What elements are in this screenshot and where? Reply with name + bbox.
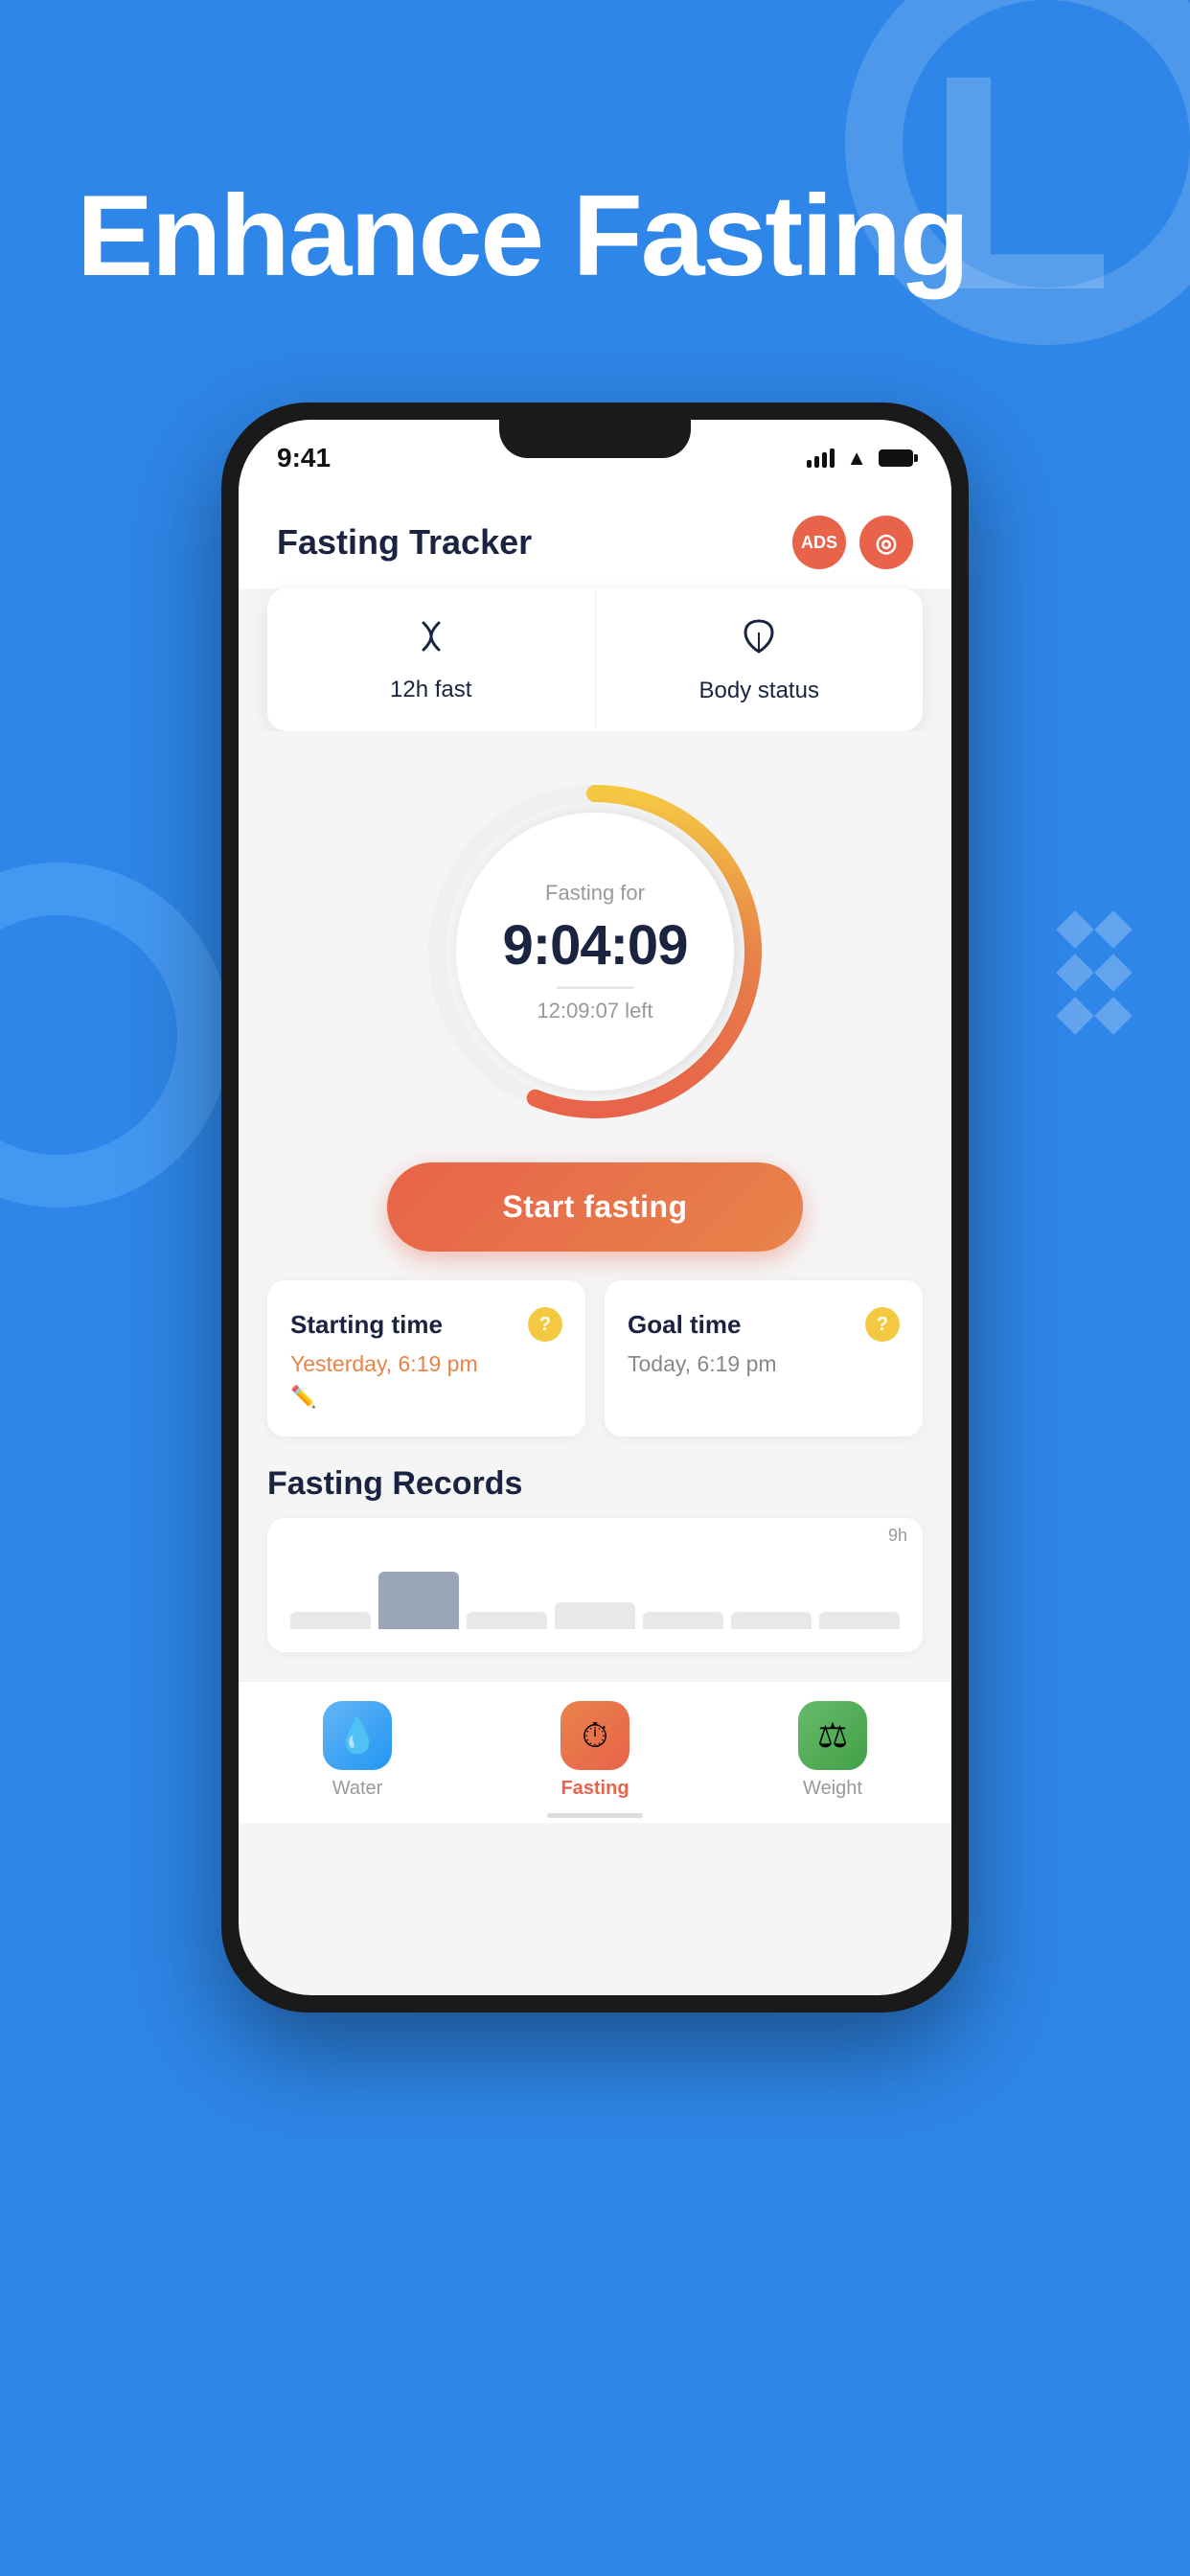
timer-display: Fasting for 9:04:09 12:09:07 left <box>461 881 729 1024</box>
starting-time-value: Yesterday, 6:19 pm <box>290 1351 562 1377</box>
chart-bar <box>643 1612 723 1629</box>
app-title: Fasting Tracker <box>277 522 532 563</box>
timer-label: Fasting for <box>461 881 729 906</box>
phone-screen: 9:41 ▲ Fasting Tracker ADS ◎ <box>239 420 951 1995</box>
timer-circle: Fasting for 9:04:09 12:09:07 left <box>413 770 777 1134</box>
goal-time-header: Goal time ? <box>628 1307 900 1342</box>
water-icon: 💧 <box>323 1701 392 1770</box>
main-content: Fasting for 9:04:09 12:09:07 left Start … <box>239 731 951 1681</box>
tab-12h-fast[interactable]: 12h fast <box>267 588 596 731</box>
starting-time-header: Starting time ? <box>290 1307 562 1342</box>
timer-left: 12:09:07 left <box>461 998 729 1023</box>
goal-time-card: Goal time ? Today, 6:19 pm <box>605 1280 923 1437</box>
timer-container: Fasting for 9:04:09 12:09:07 left <box>413 770 777 1134</box>
chart-bar <box>731 1612 812 1629</box>
status-icons: ▲ <box>807 446 913 471</box>
bg-circle-left-decoration <box>0 862 230 1208</box>
chart-bar <box>290 1612 371 1629</box>
nav-fasting-label: Fasting <box>561 1778 629 1800</box>
start-button-label: Start fasting <box>502 1189 687 1224</box>
nav-water-label: Water <box>332 1778 383 1800</box>
status-bar: 9:41 ▲ <box>239 420 951 496</box>
header-icons: ADS ◎ <box>792 516 913 569</box>
bottom-nav: 💧 Water ⏱ Fasting ⚖ Weight <box>239 1681 951 1815</box>
goal-time-help[interactable]: ? <box>865 1307 900 1342</box>
fasting-records-section: Fasting Records 9h <box>267 1465 923 1652</box>
settings-icon: ◎ <box>876 528 898 558</box>
nav-fasting[interactable]: ⏱ Fasting <box>561 1701 629 1800</box>
time-cards: Starting time ? Yesterday, 6:19 pm ✏️ Go… <box>267 1280 923 1437</box>
ads-button[interactable]: ADS <box>792 516 846 569</box>
records-chart: 9h <box>267 1518 923 1652</box>
bg-diamond-decoration <box>1056 910 1133 1040</box>
status-time: 9:41 <box>277 443 331 473</box>
settings-button[interactable]: ◎ <box>859 516 913 569</box>
page-dot <box>547 1813 643 1818</box>
fasting-icon: ⏱ <box>561 1701 629 1770</box>
tab-fast-label: 12h fast <box>390 677 471 703</box>
tab-body-status-label: Body status <box>699 678 819 704</box>
chart-bar <box>819 1612 900 1629</box>
nav-weight[interactable]: ⚖ Weight <box>798 1701 867 1800</box>
wifi-icon: ▲ <box>846 446 867 471</box>
starting-time-card: Starting time ? Yesterday, 6:19 pm ✏️ <box>267 1280 585 1437</box>
chart-max-label: 9h <box>888 1526 907 1546</box>
page-indicator <box>239 1815 951 1823</box>
nav-water[interactable]: 💧 Water <box>323 1701 392 1800</box>
starting-time-title: Starting time <box>290 1310 443 1340</box>
weight-icon: ⚖ <box>798 1701 867 1770</box>
timer-time: 9:04:09 <box>461 913 729 978</box>
records-title: Fasting Records <box>267 1465 923 1503</box>
quick-tabs: 12h fast Body status <box>267 588 923 731</box>
timer-separator <box>557 987 633 989</box>
starting-time-help[interactable]: ? <box>528 1307 562 1342</box>
app-header: Fasting Tracker ADS ◎ <box>239 496 951 588</box>
chart-bar <box>467 1612 547 1629</box>
notch <box>499 420 691 458</box>
main-heading: Enhance Fasting <box>77 172 968 299</box>
edit-starting-time-icon[interactable]: ✏️ <box>290 1385 562 1410</box>
fast-icon <box>410 615 452 667</box>
start-fasting-button[interactable]: Start fasting <box>387 1162 802 1252</box>
heading-text: Enhance Fasting <box>77 172 968 300</box>
tab-body-status[interactable]: Body status <box>596 588 924 731</box>
chart-bar <box>378 1572 459 1629</box>
chart-bar <box>555 1602 635 1629</box>
phone-frame: 9:41 ▲ Fasting Tracker ADS ◎ <box>221 402 969 2012</box>
nav-weight-label: Weight <box>803 1778 862 1800</box>
body-status-icon <box>738 615 780 668</box>
goal-time-title: Goal time <box>628 1310 741 1340</box>
signal-icon <box>807 448 835 468</box>
goal-time-value: Today, 6:19 pm <box>628 1351 900 1377</box>
battery-icon <box>879 449 913 467</box>
